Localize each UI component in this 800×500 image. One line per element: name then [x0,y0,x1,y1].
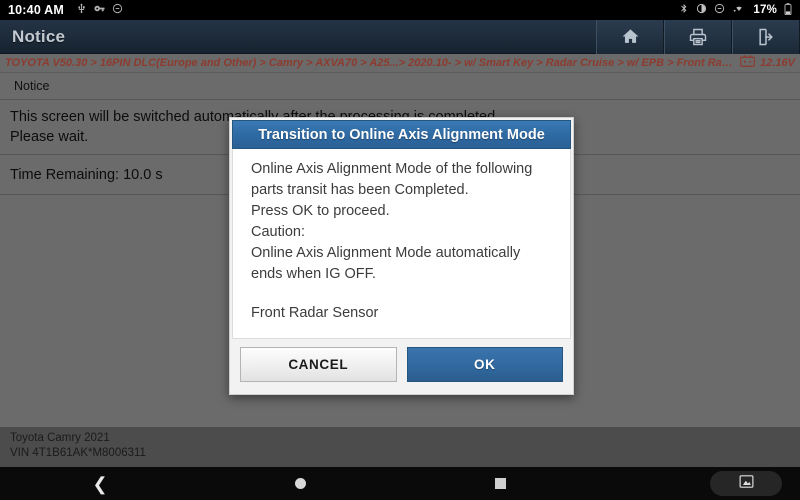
nav-recents-button[interactable] [400,467,600,500]
screenshot-icon [738,473,755,495]
nav-home-button[interactable] [200,467,400,500]
exit-door-icon [756,27,776,47]
toolbar-buttons [596,19,800,54]
usb-icon [76,3,87,17]
status-left-icons [76,3,123,17]
android-status-bar: 10:40 AM 17% [0,0,800,20]
home-button[interactable] [596,19,664,54]
transition-mode-dialog: Transition to Online Axis Alignment Mode… [229,117,574,395]
dialog-line-3: Press OK to proceed. [251,203,390,219]
dialog-line-1: Online Axis Alignment Mode of the follow… [251,161,533,177]
wifi-icon [732,3,746,17]
home-icon [621,27,640,46]
vehicle-info-footer: Toyota Camry 2021 VIN 4T1B61AK*M8006311 [0,427,800,467]
bluetooth-icon [679,3,689,17]
ok-button[interactable]: OK [406,347,563,382]
dialog-actions: CANCEL OK [232,339,571,392]
android-nav-bar: ❮ [0,467,800,500]
printer-icon [688,27,708,47]
voltage-value: 12.16V [760,57,795,69]
screenshot-button[interactable] [710,471,782,496]
vehicle-vin: VIN 4T1B61AK*M8006311 [10,447,146,459]
dialog-line-2: parts transit has been Completed. [251,182,469,198]
exit-button[interactable] [732,19,800,54]
minus-circle-icon [714,3,725,17]
breadcrumb-bar: TOYOTA V50.30 > 16PIN DLC(Europe and Oth… [0,54,800,73]
dialog-part-name: Front Radar Sensor [251,305,379,321]
dialog-spacer [251,285,558,303]
battery-icon [740,54,755,72]
app-root: 10:40 AM 17% Notice TOYOTA V50.30 > 16PI… [0,0,800,500]
battery-percent: 17% [753,4,777,16]
voltage-indicator: 12.16V [734,54,795,72]
home-circle-icon [294,478,306,489]
dialog-title: Transition to Online Axis Alignment Mode [232,120,571,149]
dialog-body: Online Axis Alignment Mode of the follow… [232,149,571,339]
nav-back-button[interactable]: ❮ [0,467,200,500]
status-right-icons: 17% [679,3,792,18]
dialog-line-6: ends when IG OFF. [251,266,376,282]
breadcrumb[interactable]: TOYOTA V50.30 > 16PIN DLC(Europe and Oth… [5,57,734,69]
status-time: 10:40 AM [8,3,65,17]
battery-status-icon [784,3,792,18]
dialog-line-5: Online Axis Alignment Mode automatically [251,245,521,261]
app-title-bar: Notice [0,19,800,54]
dialog-line-4: Caution: [251,224,306,240]
do-not-disturb-icon [112,3,123,17]
brightness-icon [696,3,707,17]
back-icon: ❮ [92,473,108,494]
vpn-key-icon [94,3,105,17]
page-title: Notice [12,26,66,46]
recents-square-icon [494,478,506,489]
print-button[interactable] [664,19,732,54]
cancel-button[interactable]: CANCEL [240,347,397,382]
vehicle-name: Toyota Camry 2021 [10,432,110,444]
